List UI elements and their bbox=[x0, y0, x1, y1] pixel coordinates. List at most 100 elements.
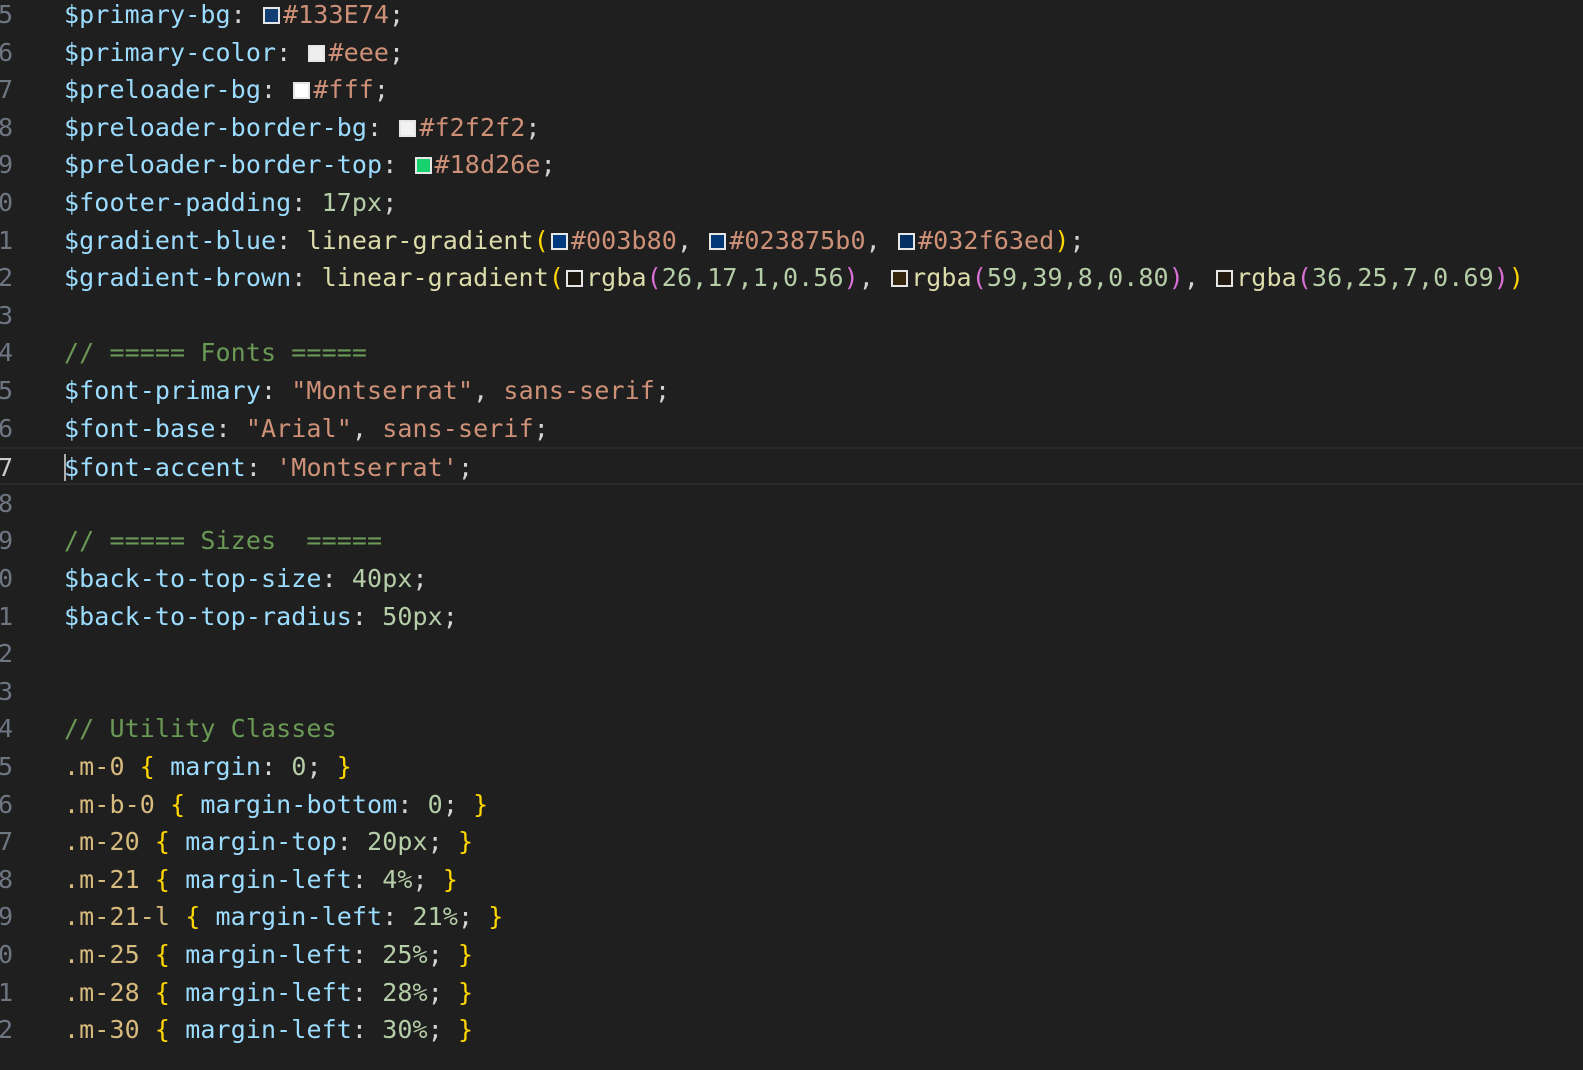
code-token: } bbox=[458, 1015, 474, 1045]
code-text: .m-21 { margin-left: 4%; } bbox=[64, 861, 458, 899]
code-token: ) bbox=[843, 263, 859, 293]
code-token: : bbox=[382, 902, 413, 932]
code-line[interactable]: 1 $back-to-top-radius: 50px; bbox=[0, 598, 1583, 636]
code-token: linear-gradient bbox=[321, 263, 549, 293]
code-token: } bbox=[336, 752, 352, 781]
code-line[interactable]: 4 // Utility Classes bbox=[0, 710, 1583, 748]
color-swatch[interactable] bbox=[709, 232, 727, 250]
code-line[interactable]: 2 $gradient-brown: linear-gradient(rgba(2… bbox=[0, 259, 1583, 297]
code-token: : bbox=[351, 977, 383, 1007]
code-token: 36,25,7,0.69 bbox=[1311, 263, 1494, 293]
code-token: "Arial" bbox=[245, 413, 352, 443]
code-token: { bbox=[154, 827, 171, 857]
code-line[interactable]: 2 .m-30 { margin-left: 30%; } bbox=[0, 1011, 1583, 1049]
code-token: { bbox=[154, 1015, 171, 1045]
code-token: $gradient-brown bbox=[64, 263, 292, 293]
line-number: 9 bbox=[0, 150, 14, 180]
code-token: : bbox=[351, 940, 383, 969]
code-text: $preloader-border-bg: #f2f2f2; bbox=[64, 109, 541, 147]
line-number: 4 bbox=[0, 338, 14, 368]
code-token: ) bbox=[1508, 263, 1525, 293]
code-line[interactable]: 9 // ===== Sizes ===== bbox=[0, 522, 1583, 560]
code-line[interactable]: 3 bbox=[0, 673, 1583, 711]
line-number: 7 bbox=[0, 75, 14, 105]
code-line[interactable]: 8 $preloader-border-bg: #f2f2f2; bbox=[0, 109, 1583, 147]
line-number: 8 bbox=[0, 488, 14, 518]
code-token: .m-b-0 bbox=[64, 789, 155, 819]
code-token: : bbox=[336, 827, 368, 857]
code-token: sans-serif bbox=[382, 413, 534, 443]
code-line[interactable]: 5 $primary-bg: #133E74; bbox=[0, 0, 1583, 34]
code-token: 21% bbox=[412, 902, 458, 932]
code-line[interactable]: 7 .m-20 { margin-top: 20px; } bbox=[0, 823, 1583, 861]
color-swatch[interactable] bbox=[566, 270, 584, 288]
code-token: .m-30 bbox=[64, 1015, 140, 1045]
code-token: margin-left bbox=[185, 864, 352, 894]
code-line[interactable]: 0 $back-to-top-size: 40px; bbox=[0, 560, 1583, 598]
code-line[interactable]: 7 $font-accent: 'Montserrat'; bbox=[0, 447, 1583, 487]
code-token: , bbox=[865, 225, 896, 255]
code-token: 26,17,1,0.56 bbox=[661, 263, 844, 293]
color-swatch[interactable] bbox=[399, 119, 417, 137]
code-editor[interactable]: 5 $primary-bg: #133E74; 6 $primary-color: #… bbox=[0, 0, 1583, 1070]
code-token: : bbox=[276, 225, 307, 255]
color-swatch[interactable] bbox=[550, 232, 568, 250]
code-line[interactable]: 9 $preloader-border-top: #18d26e; bbox=[0, 146, 1583, 184]
code-text: .m-20 { margin-top: 20px; } bbox=[64, 823, 473, 861]
code-line[interactable]: 7 $preloader-bg: #fff; bbox=[0, 71, 1583, 109]
code-line[interactable]: 1 $gradient-blue: linear-gradient(#003b80… bbox=[0, 222, 1583, 260]
color-swatch[interactable] bbox=[897, 232, 915, 250]
code-text: $font-accent: 'Montserrat'; bbox=[64, 449, 473, 487]
code-token: } bbox=[473, 789, 489, 819]
code-token: #023875b0 bbox=[729, 225, 866, 255]
code-token: margin bbox=[170, 752, 261, 781]
code-text: $back-to-top-size: 40px; bbox=[64, 560, 428, 598]
code-token: margin-left bbox=[185, 940, 352, 969]
code-token: : bbox=[276, 37, 307, 67]
code-token: ( bbox=[533, 225, 549, 255]
code-line[interactable]: 8 bbox=[0, 485, 1583, 523]
code-line[interactable]: 0 $footer-padding: 17px; bbox=[0, 184, 1583, 222]
code-token: ( bbox=[971, 263, 987, 293]
color-swatch[interactable] bbox=[293, 82, 311, 100]
code-token: margin-left bbox=[215, 902, 383, 932]
color-swatch[interactable] bbox=[308, 44, 326, 62]
line-number: 4 bbox=[0, 714, 14, 744]
code-token: sans-serif bbox=[503, 376, 655, 405]
code-line[interactable]: 1 .m-28 { margin-left: 28%; } bbox=[0, 974, 1583, 1012]
code-line[interactable]: 6 .m-b-0 { margin-bottom: 0; } bbox=[0, 786, 1583, 824]
code-line[interactable]: 5 .m-0 { margin: 0; } bbox=[0, 748, 1583, 786]
code-token: ; bbox=[427, 940, 458, 969]
color-swatch[interactable] bbox=[1216, 270, 1234, 288]
code-line[interactable]: 6 $primary-color: #eee; bbox=[0, 34, 1583, 72]
code-token: ; bbox=[1069, 225, 1085, 255]
code-line[interactable]: 5 $font-primary: "Montserrat", sans-serif… bbox=[0, 372, 1583, 410]
code-line[interactable]: 2 bbox=[0, 635, 1583, 673]
code-line[interactable]: 0 .m-25 { margin-left: 25%; } bbox=[0, 936, 1583, 974]
code-token: } bbox=[458, 977, 474, 1007]
code-line[interactable]: 4 // ===== Fonts ===== bbox=[0, 334, 1583, 372]
code-token: ; bbox=[442, 789, 474, 819]
code-line[interactable]: 9 .m-21-l { margin-left: 21%; } bbox=[0, 898, 1583, 936]
color-swatch[interactable] bbox=[262, 7, 280, 24]
code-token: 59,39,8,0.80 bbox=[986, 263, 1169, 293]
line-number: 6 bbox=[0, 37, 14, 67]
code-text: .m-25 { margin-left: 25%; } bbox=[64, 936, 473, 974]
color-swatch[interactable] bbox=[414, 157, 432, 175]
code-token: $footer-padding bbox=[64, 188, 292, 217]
code-line[interactable]: 3 bbox=[0, 297, 1583, 335]
code-line[interactable]: 6 $font-base: "Arial", sans-serif; bbox=[0, 410, 1583, 448]
line-number: 9 bbox=[0, 902, 14, 932]
code-token: ; bbox=[427, 827, 458, 857]
code-token: : bbox=[260, 75, 292, 105]
color-swatch[interactable] bbox=[891, 270, 909, 288]
code-token: #fff bbox=[313, 75, 374, 105]
code-line[interactable]: 8 .m-21 { margin-left: 4%; } bbox=[0, 861, 1583, 899]
line-number: 1 bbox=[0, 601, 14, 631]
line-number: 6 bbox=[0, 413, 14, 443]
